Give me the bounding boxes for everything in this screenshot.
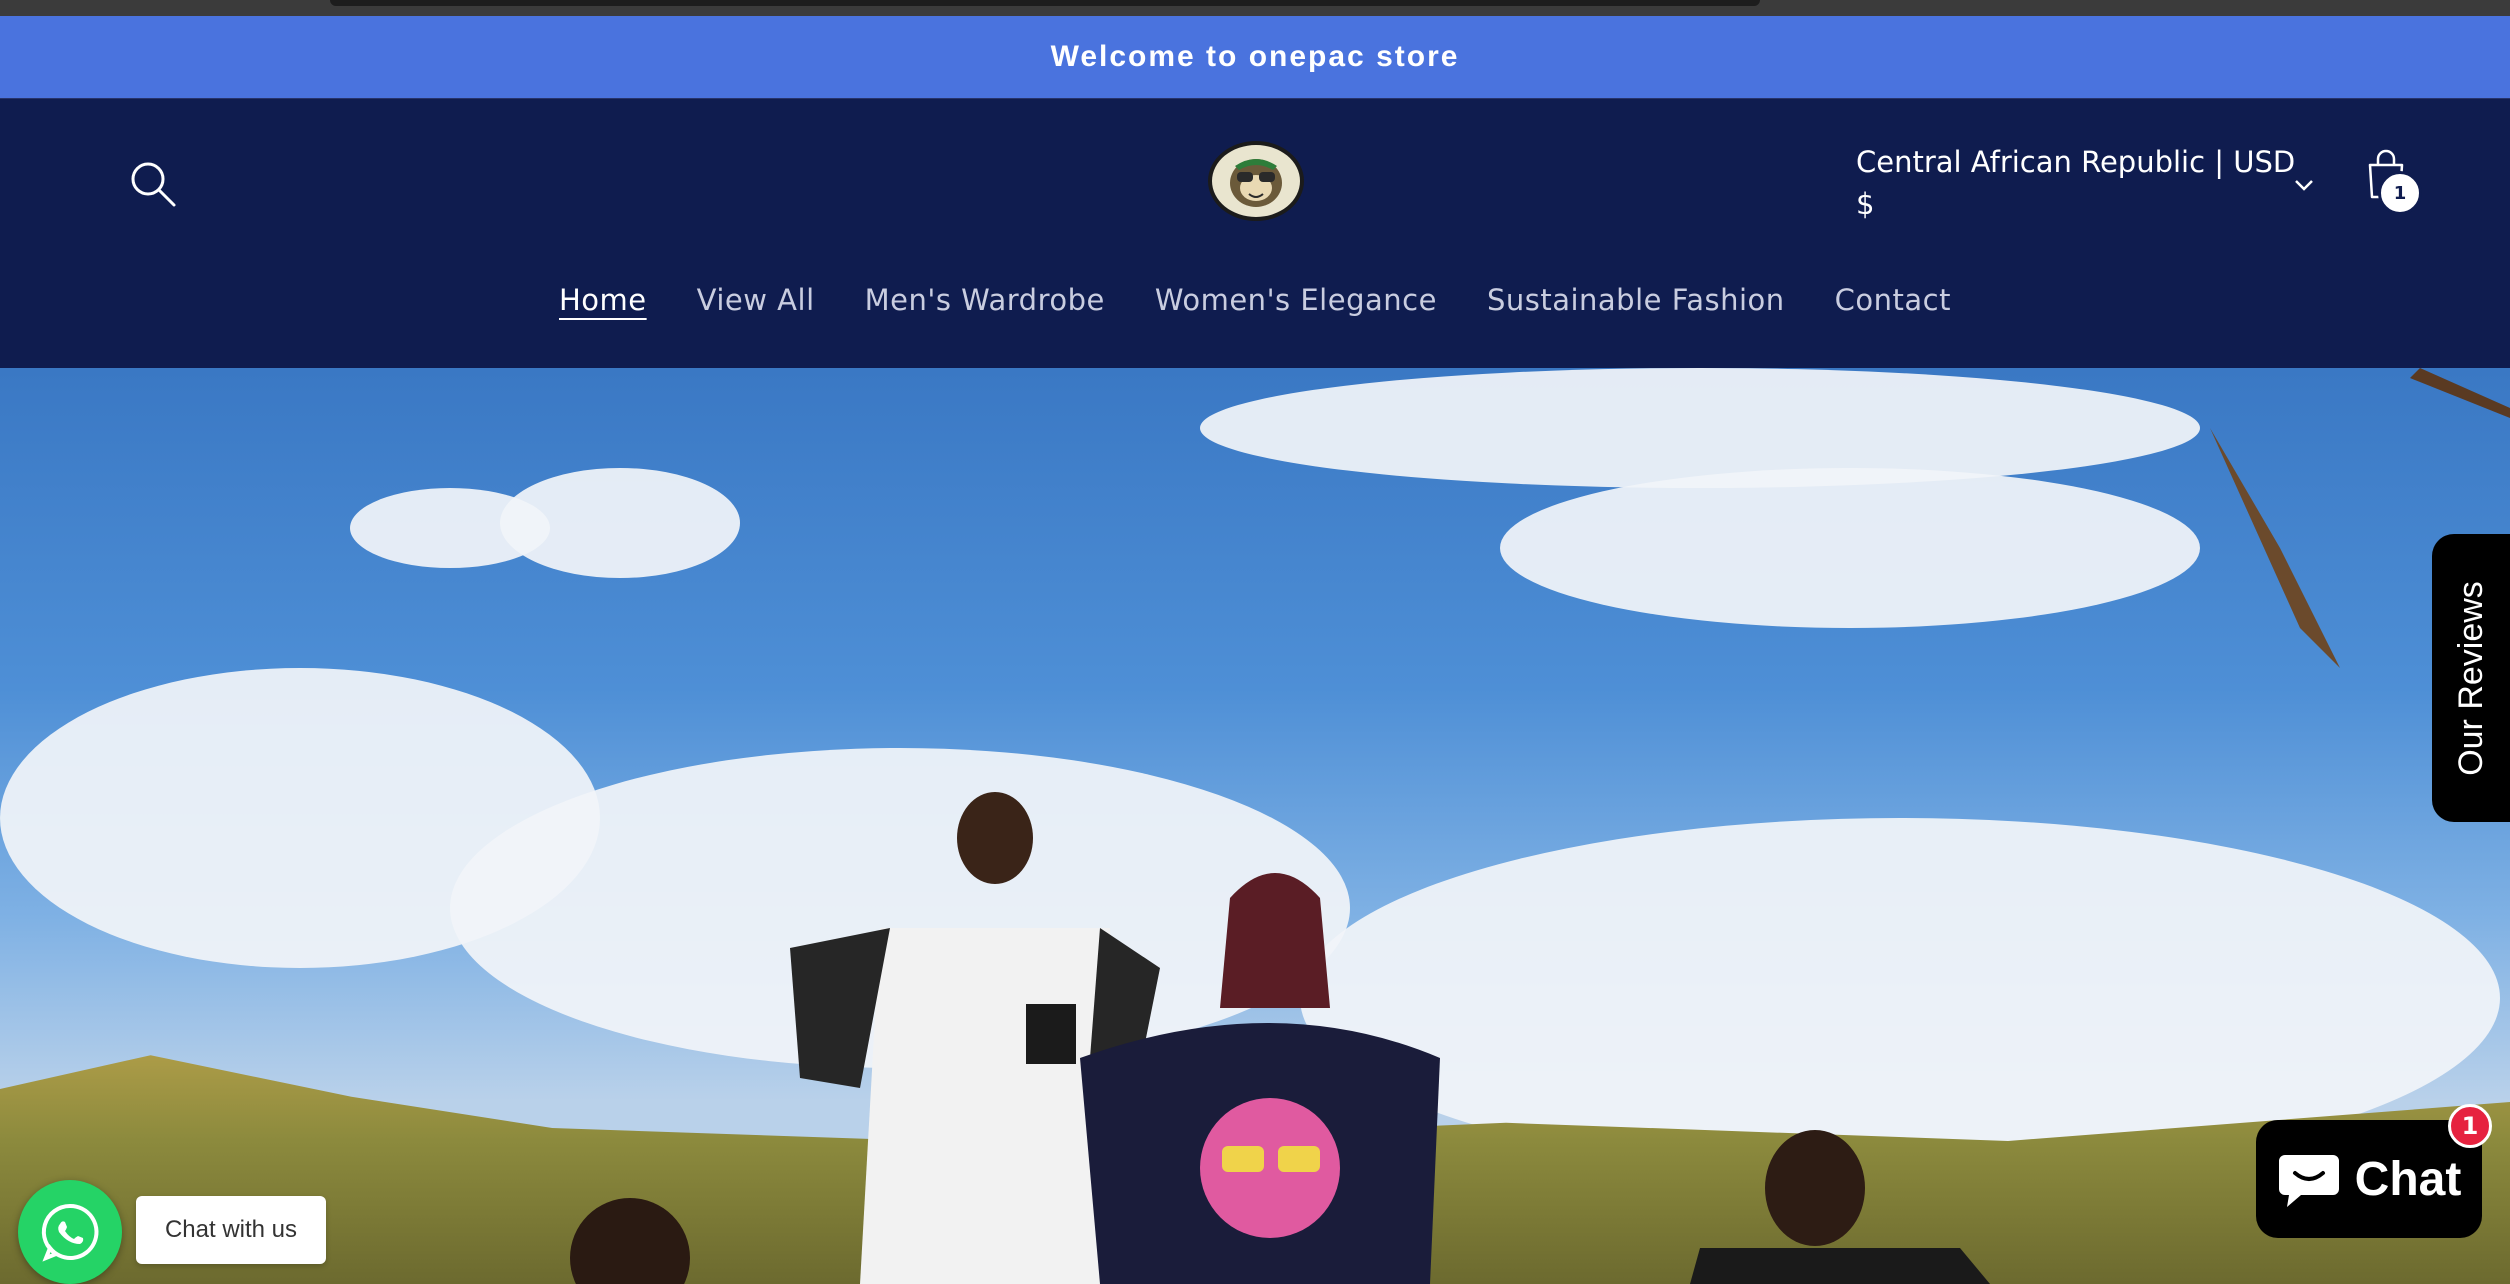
search-button[interactable] (124, 155, 184, 215)
search-icon (131, 162, 176, 207)
site-header: Central African Republic | USD $ 1 Home … (0, 98, 2510, 369)
whatsapp-icon (41, 1203, 99, 1262)
store-logo[interactable] (1208, 141, 1304, 221)
nav-item-sustainable-fashion[interactable]: Sustainable Fashion (1487, 279, 1785, 339)
chat-notification-badge: 1 (2448, 1104, 2492, 1148)
nav-item-contact[interactable]: Contact (1835, 279, 1951, 339)
monkey-logo-icon (1230, 159, 1282, 207)
announcement-text: Welcome to onepac store (1050, 40, 1460, 73)
hero-banner-image (0, 368, 2510, 1284)
main-navigation: Home View All Men's Wardrobe Women's Ele… (0, 279, 2510, 339)
cart-count-badge: 1 (2378, 171, 2422, 215)
browser-address-bar-edge (330, 0, 1760, 6)
whatsapp-chat-label[interactable]: Chat with us (136, 1196, 326, 1264)
chat-bubble-icon (2278, 1155, 2339, 1207)
country-currency-selector[interactable]: Central African Republic | USD $ (1856, 141, 2316, 225)
nav-item-home[interactable]: Home (559, 279, 647, 339)
our-reviews-tab[interactable]: Our Reviews (2432, 534, 2510, 822)
browser-top-bar (0, 0, 2510, 16)
models-illustration (570, 368, 2510, 1284)
our-reviews-label: Our Reviews (2451, 580, 2490, 776)
announcement-bar: Welcome to onepac store (0, 16, 2510, 98)
nav-item-view-all[interactable]: View All (697, 279, 815, 339)
chevron-down-icon[interactable] (2290, 171, 2318, 199)
shopify-chat-button[interactable]: Chat (2256, 1120, 2482, 1238)
chat-label: Chat (2354, 1152, 2462, 1206)
nav-item-mens-wardrobe[interactable]: Men's Wardrobe (865, 279, 1105, 339)
whatsapp-button[interactable] (18, 1180, 122, 1284)
nav-item-womens-elegance[interactable]: Women's Elegance (1155, 279, 1437, 339)
